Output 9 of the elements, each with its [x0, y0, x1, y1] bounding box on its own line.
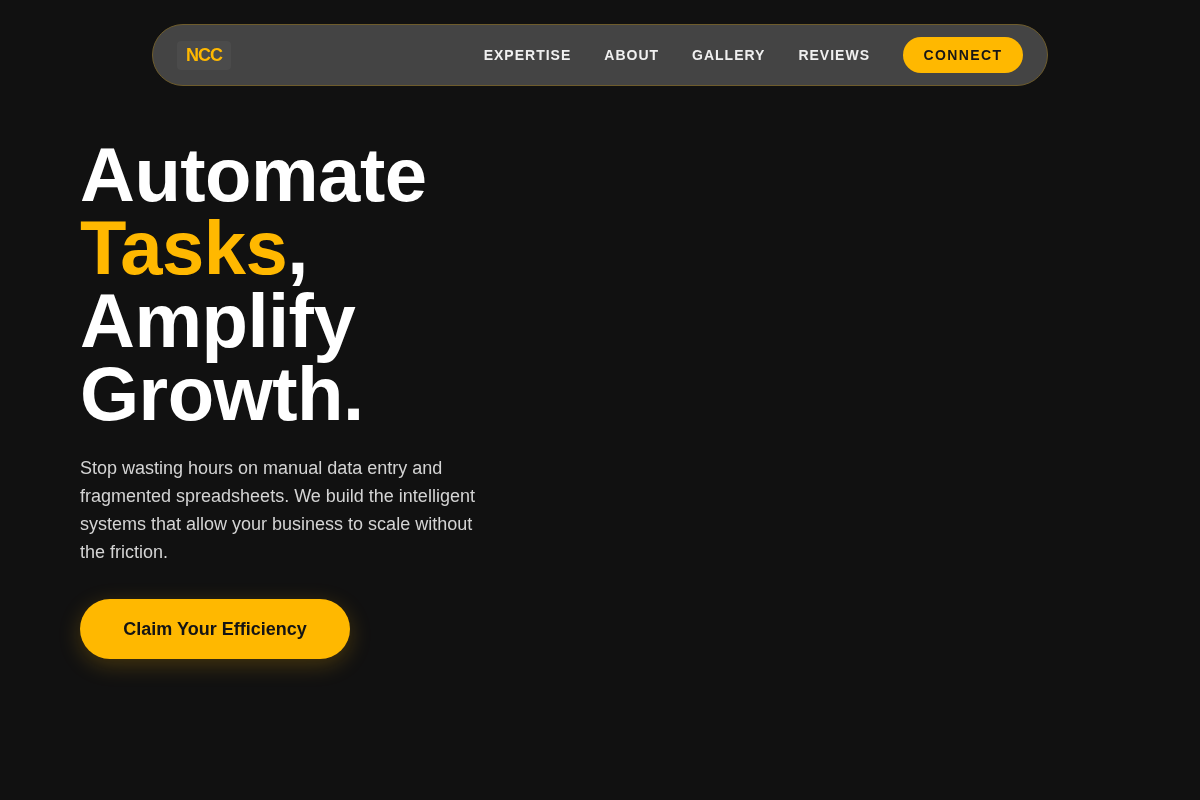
nav-link[interactable]: REVIEWS: [798, 47, 870, 63]
nav-link[interactable]: GALLERY: [692, 47, 766, 63]
hero-headline: Automate Tasks, Amplify Growth.: [80, 138, 428, 430]
logo[interactable]: NCC: [177, 40, 231, 70]
nav-link[interactable]: ABOUT: [604, 47, 660, 63]
nav-link[interactable]: EXPERTISE: [483, 47, 572, 63]
hero-description: Stop wasting hours on manual data entry and fragmented spreadsheets. We build the intelligent systems that allow your business to scale without the friction.: [80, 457, 476, 564]
claim-efficiency-button[interactable]: Claim Your Efficiency: [80, 599, 350, 659]
connect-button[interactable]: CONNECT: [903, 37, 1023, 73]
